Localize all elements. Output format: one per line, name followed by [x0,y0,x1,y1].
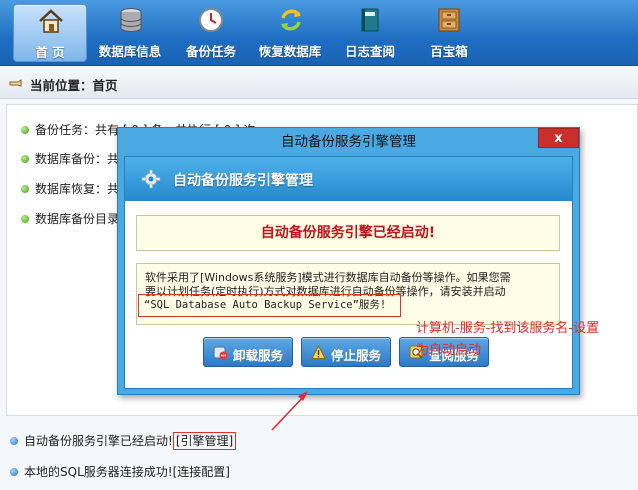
service-name-highlight: “SQL Database Auto Backup Service”服务! [138,294,401,317]
annotation-note: 计算机-服务-找到该服务名-设置 为自动启动 [416,318,636,362]
engine-started-notice: 自动备份服务引擎已经启动! [136,215,560,251]
nav-toolbox-label: 百宝箱 [430,44,468,59]
service-description: 软件采用了[Windows系统服务]模式进行数据库自动备份等操作。如果您需 要以… [136,263,560,325]
annotation-line-1: 计算机-服务-找到该服务名-设置 [416,321,600,336]
refresh-icon [281,9,301,31]
info-row-backup-directory: 数据库备份目录 [21,210,119,228]
nav-log-view-label: 日志查阅 [344,44,395,59]
nav-backup-task-label: 备份任务 [185,44,236,59]
book-icon [361,8,379,32]
nav-home[interactable]: 首 页 [13,4,87,62]
info-row-text: 数据库恢复：共 [35,182,120,196]
status-sql: 本地的SQL服务器连接成功![连接配置] [10,463,230,480]
nav-restore-database[interactable]: 恢复数据库 [252,4,328,62]
bullet-icon [10,467,18,476]
bullet-icon [21,125,29,134]
stop-service-button[interactable]: 停止服务 [301,337,391,367]
info-row-database-backup: 数据库备份：共 [21,150,119,168]
info-row-database-restore: 数据库恢复：共 [21,180,119,198]
bullet-icon [21,154,29,163]
uninstall-icon [213,346,228,360]
uninstall-service-label: 卸载服务 [233,348,284,363]
info-row-text: 数据库备份：共 [35,152,120,166]
status-engine-text: 自动备份服务引擎已经启动! [24,434,173,448]
nav-toolbox[interactable]: 百宝箱 [412,4,486,62]
dialog-title: 自动备份服务引擎管理 [281,134,416,150]
uninstall-service-button[interactable]: 卸载服务 [203,337,293,367]
nav-database-info-label: 数据库信息 [98,44,162,59]
home-icon [39,9,63,33]
warning-icon [311,345,326,359]
dialog-close-button[interactable]: x [538,128,579,148]
dialog-header-title: 自动备份服务引擎管理 [173,173,313,189]
breadcrumb: 当前位置：首页 [0,67,638,99]
cabinet-icon [438,8,460,32]
status-sql-text: 本地的SQL服务器连接成功! [24,465,173,479]
connection-config-link[interactable]: [连接配置] [173,465,230,479]
gear-icon [141,169,161,189]
bullet-icon [21,214,29,223]
hand-pointer-icon [9,79,22,87]
nav-backup-task[interactable]: 备份任务 [174,4,248,62]
dialog-header: 自动备份服务引擎管理 [125,157,572,201]
nav-restore-database-label: 恢复数据库 [258,44,322,59]
engine-manage-link[interactable]: [引擎管理] [172,432,237,450]
stop-service-label: 停止服务 [331,348,382,363]
nav-log-view[interactable]: 日志查阅 [333,4,407,62]
bullet-icon [21,184,29,193]
nav-home-label: 首 页 [35,45,65,60]
database-icon [120,8,142,32]
description-line-1: 软件采用了[Windows系统服务]模式进行数据库自动备份等操作。如果您需 [145,271,511,284]
top-navigation: 首 页 数据库信息 备份任务 恢复数据库 日志查阅 百宝箱 [0,0,638,66]
annotation-line-2: 为自动启动 [416,343,482,358]
bullet-icon [10,436,18,445]
info-row-text: 数据库备份目录 [35,212,120,226]
nav-database-info[interactable]: 数据库信息 [92,4,168,62]
breadcrumb-text: 当前位置：首页 [30,78,118,93]
status-engine: 自动备份服务引擎已经启动! [引擎管理] [10,432,237,450]
clock-icon [199,8,223,32]
